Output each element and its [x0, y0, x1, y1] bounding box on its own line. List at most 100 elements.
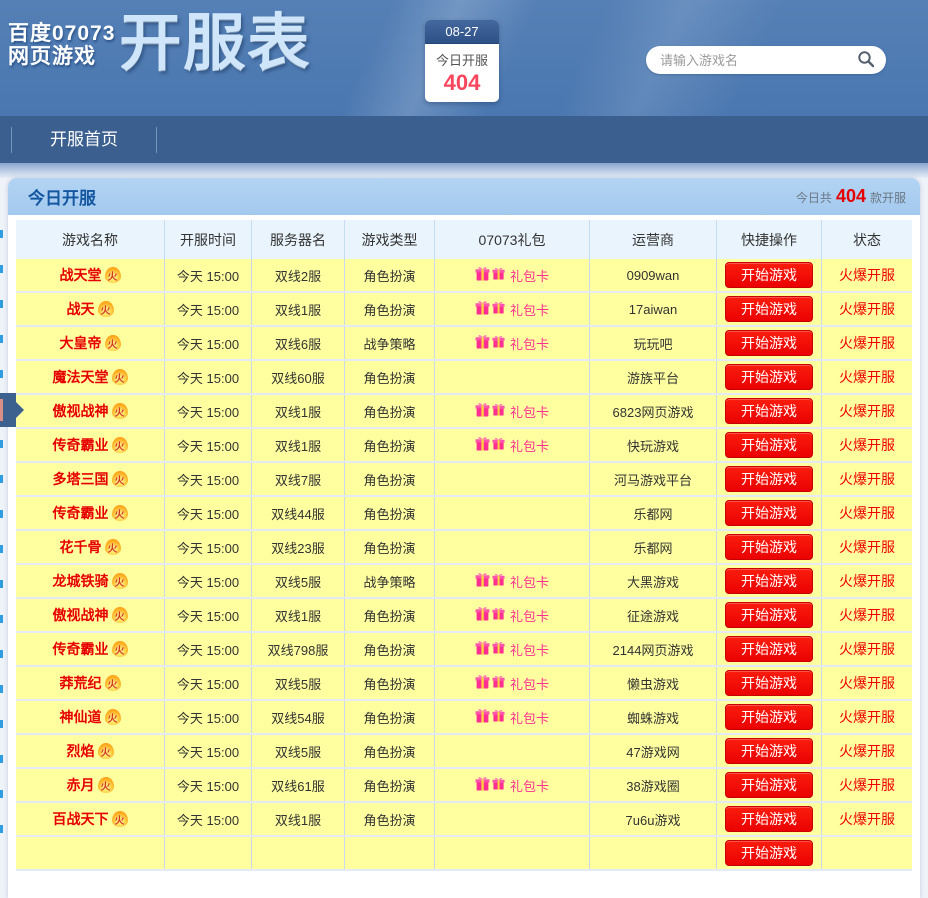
today-date-badge[interactable]: 08-27 今日开服 404	[425, 20, 499, 102]
game-name-link[interactable]: 莽荒纪 火	[60, 673, 121, 693]
start-game-button[interactable]: 开始游戏	[725, 602, 813, 628]
server-name: 双线5服	[252, 565, 345, 597]
game-name-link[interactable]: 战天堂 火	[60, 265, 121, 285]
game-type: 战争策略	[345, 565, 435, 597]
game-name-link[interactable]: 多塔三国 火	[53, 469, 128, 489]
start-game-button[interactable]: 开始游戏	[725, 466, 813, 492]
gift-icon	[475, 300, 490, 318]
game-name-link[interactable]: 傲视战神 火	[53, 605, 128, 625]
status-label: 火爆开服	[839, 505, 895, 521]
server-name: 双线1服	[252, 599, 345, 631]
gift-link[interactable]: 礼包卡	[475, 640, 549, 659]
game-name-link[interactable]: 战天 火	[67, 299, 114, 319]
open-time: 今天 15:00	[165, 565, 252, 597]
game-name-link[interactable]: 烈焰 火	[67, 741, 114, 761]
gift-link[interactable]: 礼包卡	[475, 708, 549, 727]
gift-link[interactable]: 礼包卡	[475, 572, 549, 591]
game-name-link[interactable]: 传奇霸业 火	[53, 503, 128, 523]
start-game-button[interactable]: 开始游戏	[725, 772, 813, 798]
badge-label: 今日开服	[435, 53, 488, 68]
start-game-button[interactable]: 开始游戏	[725, 500, 813, 526]
server-name: 双线61服	[252, 769, 345, 801]
operator: 2144网页游戏	[590, 633, 717, 665]
start-game-button[interactable]: 开始游戏	[725, 806, 813, 832]
server-name: 双线60服	[252, 361, 345, 393]
gift-link[interactable]: 礼包卡	[475, 266, 549, 285]
start-game-button[interactable]: 开始游戏	[725, 364, 813, 390]
start-game-button[interactable]: 开始游戏	[725, 398, 813, 424]
game-name-link[interactable]: 神仙道 火	[60, 707, 121, 727]
start-game-button[interactable]: 开始游戏	[725, 330, 813, 356]
gift-link[interactable]: 礼包卡	[475, 402, 549, 421]
game-name-link[interactable]	[81, 845, 100, 861]
nav-divider	[156, 126, 157, 153]
operator: 乐都网	[590, 531, 717, 563]
fire-icon: 火	[111, 641, 128, 657]
gift-link[interactable]: 礼包卡	[475, 334, 549, 353]
table-row: 烈焰 火 今天 15:00 双线5服 角色扮演 47游戏网 开始游戏 火爆开服	[16, 735, 912, 769]
table-row: 神仙道 火 今天 15:00 双线54服 角色扮演 礼包卡 蜘蛛游戏 开始游戏 …	[16, 701, 912, 735]
open-time: 今天 15:00	[165, 497, 252, 529]
nav-item-home[interactable]: 开服首页	[12, 116, 156, 163]
game-name-link[interactable]: 龙城铁骑 火	[53, 571, 128, 591]
status-label: 火爆开服	[839, 437, 895, 453]
game-type: 角色扮演	[345, 395, 435, 427]
start-game-button[interactable]: 开始游戏	[725, 670, 813, 696]
game-name: 传奇霸业	[52, 505, 109, 521]
open-time: 今天 15:00	[165, 259, 252, 291]
start-game-button[interactable]: 开始游戏	[725, 262, 813, 288]
status-label: 火爆开服	[839, 743, 895, 759]
search-input[interactable]	[646, 52, 856, 68]
gift-link[interactable]: 礼包卡	[475, 674, 549, 693]
panel-title: 今日开服	[28, 189, 96, 208]
site-logo[interactable]: 百度07073 网页游戏 开服表	[8, 13, 311, 75]
start-game-button[interactable]: 开始游戏	[725, 636, 813, 662]
game-name-link[interactable]: 赤月 火	[67, 775, 114, 795]
start-game-button[interactable]: 开始游戏	[725, 534, 813, 560]
game-type: 角色扮演	[345, 497, 435, 529]
game-name-link[interactable]: 传奇霸业 火	[53, 435, 128, 455]
operator: 河马游戏平台	[590, 463, 717, 495]
start-game-button[interactable]: 开始游戏	[725, 432, 813, 458]
game-name: 神仙道	[59, 709, 102, 725]
operator: 47游戏网	[590, 735, 717, 767]
search-button[interactable]	[856, 46, 886, 74]
status-label: 火爆开服	[839, 641, 895, 657]
gift-icon	[492, 675, 505, 691]
game-type: 角色扮演	[345, 667, 435, 699]
game-name-link[interactable]: 花千骨 火	[60, 537, 121, 557]
start-game-button[interactable]: 开始游戏	[725, 738, 813, 764]
side-arrow-tab[interactable]	[0, 393, 24, 427]
game-name: 龙城铁骑	[52, 573, 109, 589]
server-name: 双线1服	[252, 293, 345, 325]
gift-label: 礼包卡	[509, 710, 549, 726]
game-name-link[interactable]: 百战天下 火	[53, 809, 128, 829]
server-name: 双线7服	[252, 463, 345, 495]
fire-icon: 火	[111, 471, 128, 487]
game-name: 百战天下	[52, 811, 109, 827]
gift-link[interactable]: 礼包卡	[475, 300, 549, 319]
gift-link[interactable]: 礼包卡	[475, 436, 549, 455]
game-name: 傲视战神	[52, 607, 109, 623]
operator: 蜘蛛游戏	[590, 701, 717, 733]
game-name-link[interactable]: 傲视战神 火	[53, 401, 128, 421]
gift-link[interactable]: 礼包卡	[475, 606, 549, 625]
table-row: 傲视战神 火 今天 15:00 双线1服 角色扮演	[16, 395, 912, 429]
start-game-button[interactable]: 开始游戏	[725, 296, 813, 322]
game-name-link[interactable]: 魔法天堂 火	[53, 367, 128, 387]
panel-header: 今日开服 今日共 404 款开服	[8, 178, 920, 215]
start-game-button[interactable]: 开始游戏	[725, 568, 813, 594]
gift-link[interactable]: 礼包卡	[475, 776, 549, 795]
table-row: 传奇霸业 火 今天 15:00 双线1服 角色扮演 礼包卡 快玩游戏 开始游戏 …	[16, 429, 912, 463]
start-game-button[interactable]: 开始游戏	[725, 704, 813, 730]
game-name-link[interactable]: 大皇帝 火	[60, 333, 121, 353]
game-type: 角色扮演	[345, 735, 435, 767]
server-name: 双线1服	[252, 429, 345, 461]
gift-label: 礼包卡	[509, 336, 549, 352]
open-time: 今天 15:00	[165, 735, 252, 767]
open-time: 今天 15:00	[165, 701, 252, 733]
server-name: 双线54服	[252, 701, 345, 733]
table-row: 战天 火 今天 15:00 双线1服 角色扮演 礼包卡 17aiwan 开始游戏…	[16, 293, 912, 327]
operator: 懒虫游戏	[590, 667, 717, 699]
game-name-link[interactable]: 传奇霸业 火	[53, 639, 128, 659]
